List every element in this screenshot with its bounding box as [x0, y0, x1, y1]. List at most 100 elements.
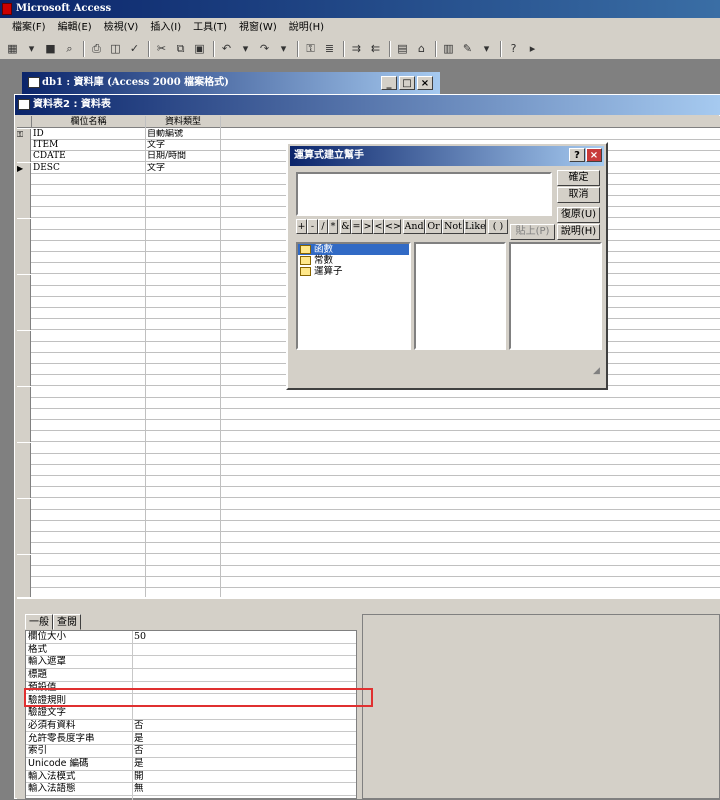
help-icon[interactable]: ? — [505, 40, 522, 57]
property-row[interactable]: 允許零長度字串 是 — [26, 733, 356, 746]
field-name-cell[interactable]: ID — [33, 129, 145, 140]
menu-view[interactable]: 檢視(V) — [98, 18, 145, 38]
row-selector[interactable] — [17, 364, 31, 376]
row-selector[interactable] — [17, 341, 31, 353]
property-row[interactable]: 驗證文字 — [26, 707, 356, 720]
property-row[interactable]: 索引 否 — [26, 745, 356, 758]
row-selector[interactable] — [17, 442, 31, 454]
dropdown-arrow-icon[interactable]: ▾ — [23, 40, 40, 57]
row-selector[interactable] — [17, 521, 31, 532]
row-selector[interactable] — [17, 229, 31, 241]
operator-button[interactable]: * — [328, 219, 338, 234]
row-selector[interactable] — [17, 285, 31, 297]
save-icon[interactable]: ■ — [42, 40, 59, 57]
database-window-icon[interactable]: ▥ — [440, 40, 457, 57]
cancel-button[interactable]: 取消 — [557, 187, 600, 203]
grid-row[interactable] — [17, 442, 720, 454]
maximize-button[interactable]: □ — [399, 76, 415, 90]
copy-icon[interactable]: ⧉ — [172, 40, 189, 57]
row-selector[interactable] — [17, 308, 31, 320]
grid-row[interactable] — [17, 397, 720, 409]
property-value[interactable]: 否 — [134, 720, 334, 733]
element-list[interactable] — [509, 242, 602, 350]
field-name-cell[interactable]: CDATE — [33, 151, 145, 162]
row-selector[interactable] — [17, 487, 31, 499]
tree-item-constants[interactable]: 常數 — [298, 255, 409, 266]
print-icon[interactable]: ⎙ — [88, 40, 105, 57]
row-selector[interactable] — [17, 554, 31, 566]
row-selector[interactable] — [17, 420, 31, 432]
operator-button[interactable]: And — [403, 219, 425, 234]
row-selector[interactable] — [17, 274, 31, 286]
current-row-arrow-icon[interactable]: ▶ — [17, 162, 31, 174]
dialog-close-button[interactable]: × — [586, 148, 602, 162]
property-row[interactable]: 欄位大小 50 — [26, 631, 356, 644]
grid-row[interactable] — [17, 476, 720, 488]
row-selector[interactable] — [17, 140, 31, 152]
ok-button[interactable]: 確定 — [557, 170, 600, 186]
menu-edit[interactable]: 編輯(E) — [52, 18, 98, 38]
row-selector[interactable] — [17, 173, 31, 185]
grid-row[interactable] — [17, 487, 720, 499]
row-selector[interactable] — [17, 397, 31, 409]
property-value[interactable]: 是 — [134, 733, 334, 746]
row-selector[interactable] — [17, 185, 31, 196]
row-selector[interactable] — [17, 218, 31, 230]
property-row[interactable]: 標題 — [26, 669, 356, 682]
column-header-data-type[interactable]: 資料類型 — [146, 116, 221, 128]
row-selector[interactable] — [17, 476, 31, 488]
grid-row[interactable] — [17, 532, 720, 544]
tab-lookup[interactable]: 查閱 — [53, 614, 81, 630]
row-selector[interactable] — [17, 196, 31, 208]
print-preview-icon[interactable]: ◫ — [107, 40, 124, 57]
delete-rows-icon[interactable]: ⇇ — [367, 40, 384, 57]
operator-button[interactable]: & — [340, 219, 351, 234]
menu-file[interactable]: 檔案(F) — [6, 18, 52, 38]
row-selector[interactable] — [17, 207, 31, 219]
operator-button[interactable]: Like — [464, 219, 486, 234]
grid-row[interactable] — [17, 521, 720, 532]
property-value[interactable]: 開 — [134, 771, 334, 784]
tree-item-operators[interactable]: 運算子 — [298, 266, 409, 277]
row-selector[interactable] — [17, 498, 31, 510]
property-row[interactable]: Unicode 編碼 是 — [26, 758, 356, 771]
operator-button[interactable]: <> — [384, 219, 401, 234]
property-value[interactable]: 無 — [134, 783, 334, 796]
row-selector[interactable] — [17, 453, 31, 465]
row-selector[interactable] — [17, 577, 31, 588]
redo-icon[interactable]: ↷ — [256, 40, 273, 57]
expression-input[interactable] — [296, 172, 552, 216]
field-name-cell[interactable]: ITEM — [33, 140, 145, 151]
operator-button[interactable]: = — [351, 219, 362, 234]
category-list[interactable] — [414, 242, 506, 350]
row-selector[interactable] — [17, 532, 31, 544]
operator-button[interactable]: - — [307, 219, 318, 234]
grid-row[interactable] — [17, 588, 720, 597]
spelling-icon[interactable]: ✓ — [126, 40, 143, 57]
row-selector[interactable] — [17, 319, 31, 331]
grid-row[interactable] — [17, 577, 720, 588]
undo-button[interactable]: 復原(U) — [557, 207, 600, 223]
data-type-cell[interactable]: 自動編號 — [147, 129, 219, 140]
row-selector[interactable] — [17, 263, 31, 275]
property-value[interactable]: 50 — [134, 631, 334, 644]
search-icon[interactable]: ⌕ — [61, 40, 78, 57]
operator-button[interactable]: Not — [442, 219, 464, 234]
operator-button[interactable]: ( ) — [488, 219, 508, 234]
primary-key-icon[interactable]: ⚿ — [302, 40, 319, 57]
insert-rows-icon[interactable]: ⇉ — [348, 40, 365, 57]
new-object-icon[interactable]: ✎ — [459, 40, 476, 57]
property-value[interactable]: 否 — [134, 745, 334, 758]
property-row[interactable]: 輸入法模式 開 — [26, 771, 356, 784]
row-selector[interactable] — [17, 297, 31, 308]
properties-icon[interactable]: ▤ — [394, 40, 411, 57]
grid-row[interactable] — [17, 453, 720, 465]
grid-row[interactable] — [17, 509, 720, 521]
row-selector[interactable] — [17, 431, 31, 443]
overflow-icon[interactable]: ▸ — [524, 40, 541, 57]
indexes-icon[interactable]: ≣ — [321, 40, 338, 57]
column-header-field-name[interactable]: 欄位名稱 — [32, 116, 146, 128]
row-selector[interactable] — [17, 151, 31, 163]
row-selector[interactable] — [17, 565, 31, 577]
dropdown-arrow-icon[interactable]: ▾ — [237, 40, 254, 57]
